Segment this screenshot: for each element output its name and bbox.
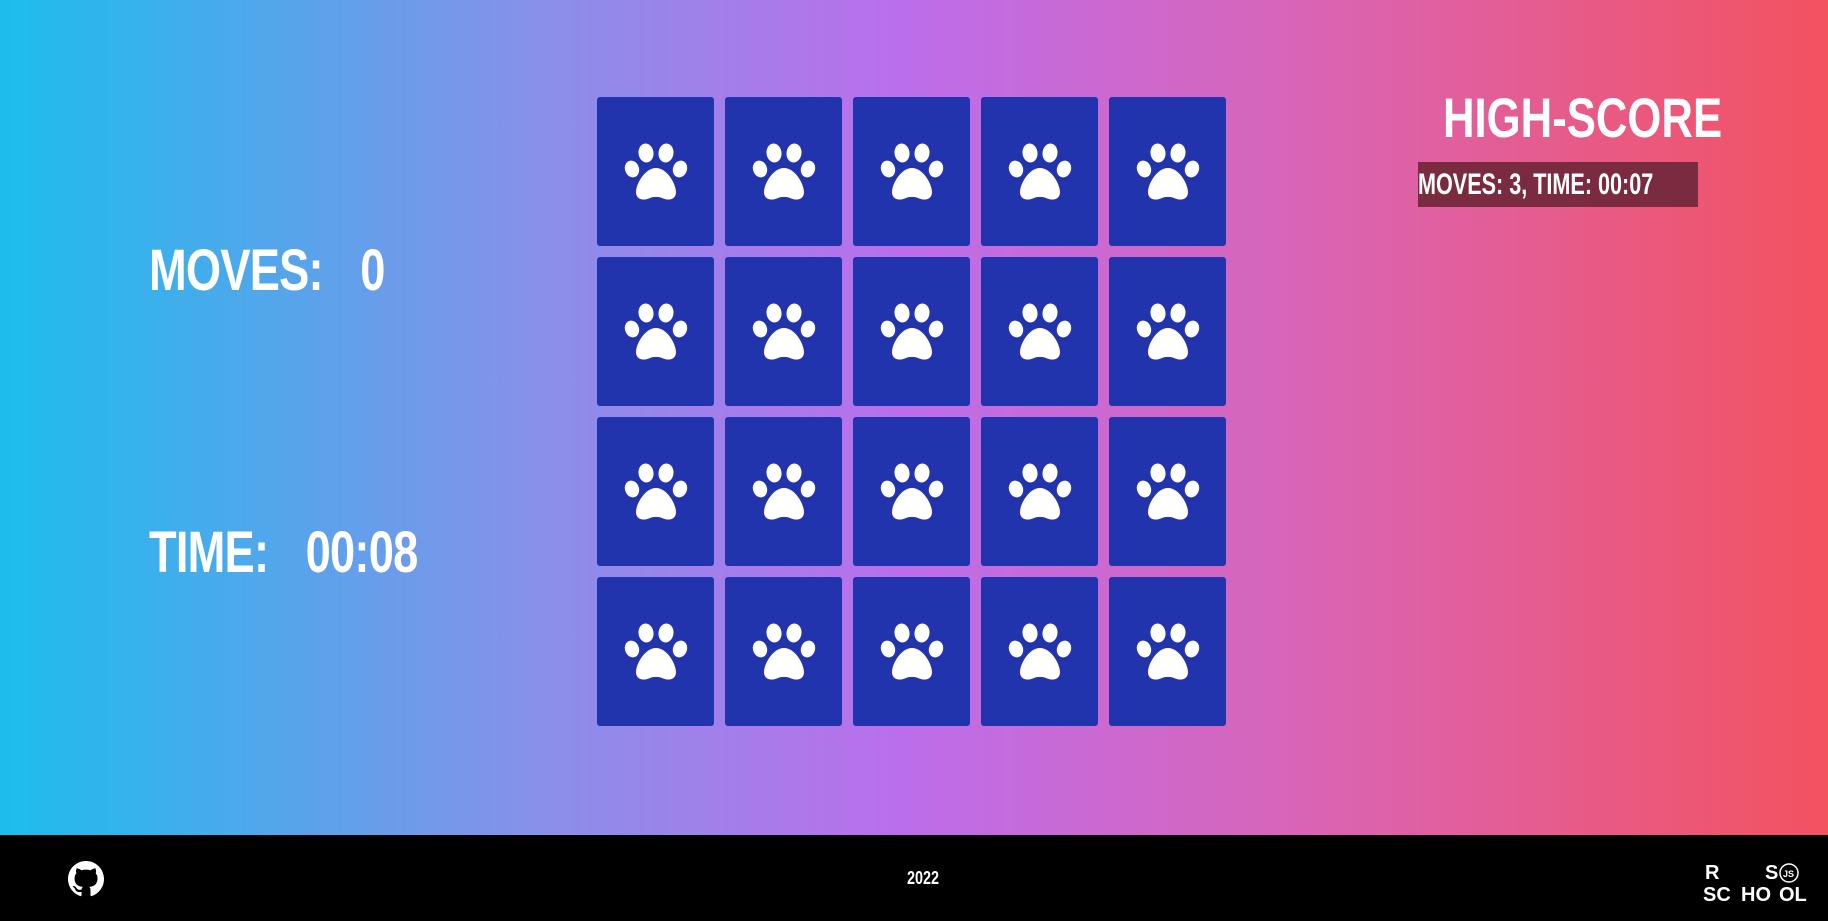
memory-card[interactable] [597,577,714,726]
paw-icon [1005,460,1075,524]
memory-card[interactable] [853,577,970,726]
memory-card[interactable] [597,417,714,566]
svg-text:S: S [1765,862,1778,884]
memory-card[interactable] [981,257,1098,406]
paw-icon [1005,620,1075,684]
paw-icon [1005,140,1075,204]
memory-card[interactable] [1109,577,1226,726]
paw-icon [877,620,947,684]
paw-icon [621,140,691,204]
memory-card[interactable] [725,257,842,406]
memory-card[interactable] [853,257,970,406]
memory-card[interactable] [981,417,1098,566]
svg-text:R: R [1705,862,1720,884]
paw-icon [749,460,819,524]
game-area: MOVES: 0 TIME: 00:08 HIGH-SCORE MOVES: 3, … [0,0,1828,835]
paw-icon [877,140,947,204]
paw-icon [1133,300,1203,364]
paw-icon [621,620,691,684]
memory-card[interactable] [981,97,1098,246]
rs-school-logo[interactable]: R S SC HO OL JS [1703,861,1815,906]
svg-text:OL: OL [1779,884,1807,903]
paw-icon [1133,620,1203,684]
memory-card[interactable] [1109,97,1226,246]
svg-text:HO: HO [1741,884,1771,903]
memory-card[interactable] [1109,257,1226,406]
memory-card[interactable] [725,417,842,566]
time-value: 00:08 [305,520,419,585]
time-label: TIME: [149,520,269,585]
memory-card[interactable] [725,577,842,726]
memory-card[interactable] [1109,417,1226,566]
high-score-entry: MOVES: 3, TIME: 00:07 [1418,162,1698,207]
memory-card[interactable] [597,257,714,406]
paw-icon [877,300,947,364]
paw-icon [621,460,691,524]
paw-icon [621,300,691,364]
footer: 2022 R S SC HO OL JS [0,835,1828,921]
memory-card[interactable] [853,417,970,566]
paw-icon [749,140,819,204]
github-icon[interactable] [68,861,104,897]
memory-card[interactable] [725,97,842,246]
memory-card[interactable] [853,97,970,246]
paw-icon [749,620,819,684]
high-score-title: HIGH-SCORE [1443,86,1723,149]
paw-icon [877,460,947,524]
moves-label: MOVES: [149,238,324,303]
paw-icon [1005,300,1075,364]
card-board [597,97,1229,726]
timer: TIME: 00:08 [149,524,418,582]
paw-icon [1133,140,1203,204]
moves-value: 0 [360,238,385,303]
high-score-entry-text: MOVES: 3, TIME: 00:07 [1418,168,1654,201]
memory-card[interactable] [597,97,714,246]
paw-icon [749,300,819,364]
moves-counter: MOVES: 0 [149,242,385,300]
paw-icon [1133,460,1203,524]
memory-card[interactable] [981,577,1098,726]
footer-year: 2022 [907,868,940,888]
svg-text:SC: SC [1703,884,1731,903]
svg-text:JS: JS [1783,869,1794,879]
